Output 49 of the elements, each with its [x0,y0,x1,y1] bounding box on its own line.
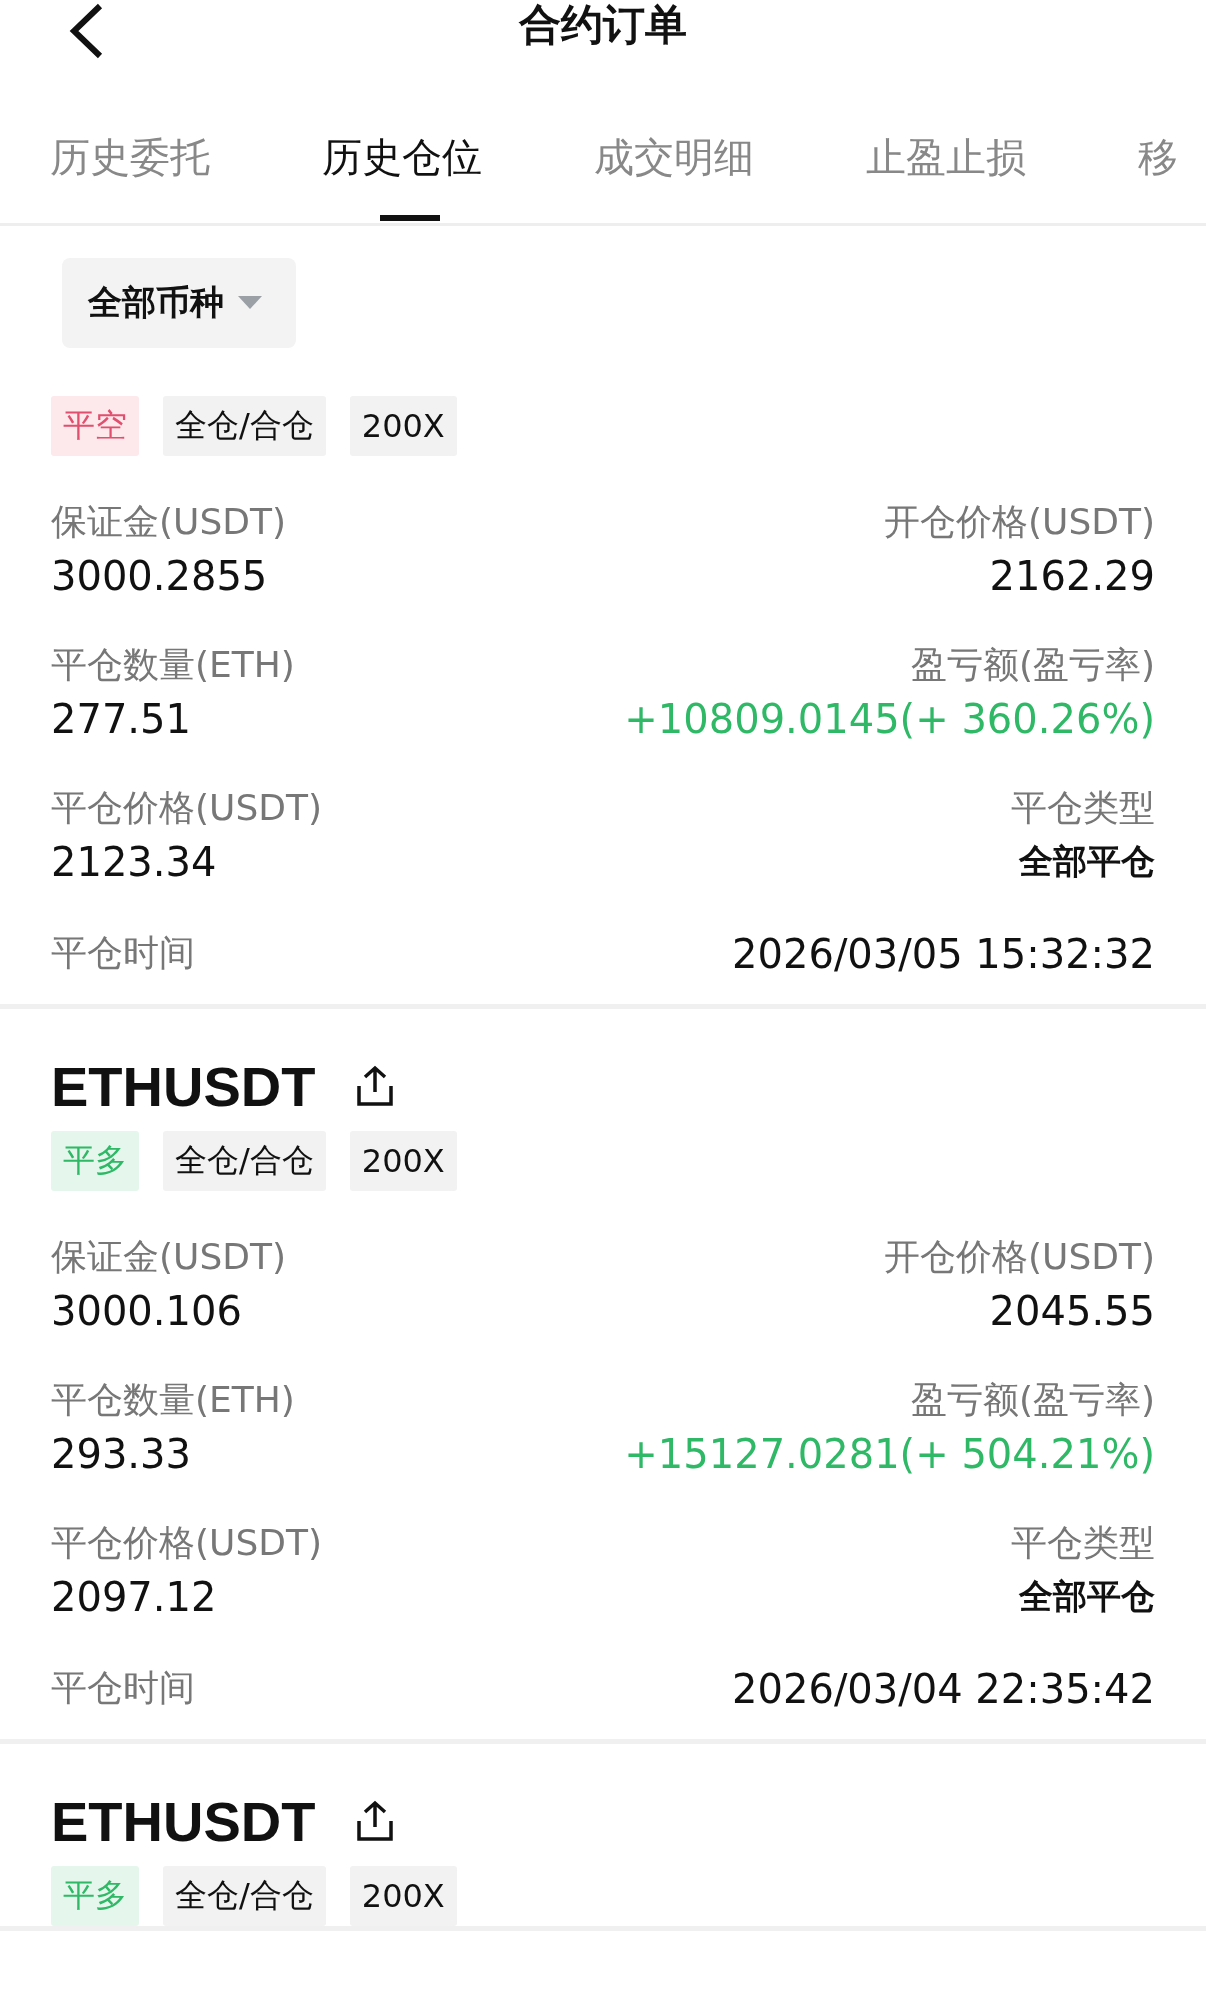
field-value: 2026/03/04 22:35:42 [732,1665,1155,1712]
field-label: 开仓价格(USDT) [884,1235,1155,1279]
coin-filter-dropdown[interactable]: 全部币种 [62,258,296,348]
tag: 全仓/合仓 [163,1866,326,1926]
tab[interactable]: 成交明细 [594,70,866,223]
field-value: 全部平仓 [1019,1575,1155,1618]
field-value: 2026/03/05 15:32:32 [732,930,1155,977]
tab[interactable]: 历史委托 [50,70,322,223]
tag: 全仓/合仓 [163,1131,326,1191]
tab[interactable]: 止盈止损 [866,70,1138,223]
field-label: 平仓类型 [1011,1521,1155,1565]
field-value: 2162.29 [989,553,1155,599]
side-tag: 平多 [51,1131,139,1191]
field-value: 2123.34 [51,839,218,885]
field-label: 平仓价格(USDT) [51,1521,322,1565]
caret-icon [238,296,262,310]
side-tag: 平多 [51,1866,139,1926]
tab[interactable]: 移 [1138,70,1206,223]
symbol-title: ETHUSDT [51,1053,316,1119]
field-label: 保证金(USDT) [51,500,286,544]
tab[interactable]: 历史仓位 [322,70,594,223]
page-title: 合约订单 [519,0,687,50]
field-value: 2045.55 [989,1288,1155,1334]
field-label: 盈亏额(盈亏率) [910,1378,1155,1422]
share-icon[interactable] [355,1799,396,1843]
field-value: +10809.0145(+ 360.26%) [624,696,1155,742]
field-label: 保证金(USDT) [51,1235,286,1279]
field-value: +15127.0281(+ 504.21%) [624,1431,1155,1477]
field-label: 平仓价格(USDT) [51,786,322,830]
field-value: 3000.106 [51,1288,243,1334]
symbol-title: ETHUSDT [51,1788,316,1854]
field-label: 平仓时间 [51,931,195,975]
field-value: 2097.12 [51,1574,218,1620]
field-label: 平仓数量(ETH) [51,1378,295,1422]
field-value: 全部平仓 [1019,840,1155,883]
field-label: 平仓数量(ETH) [51,643,295,687]
tag: 全仓/合仓 [163,396,326,456]
field-label: 开仓价格(USDT) [884,500,1155,544]
tag: 200X [349,1866,457,1926]
field-value: 293.33 [51,1431,192,1477]
field-label: 平仓类型 [1011,786,1155,830]
field-value: 277.51 [51,696,192,742]
tag: 200X [349,396,457,456]
side-tag: 平空 [51,396,139,456]
field-label: 平仓时间 [51,1666,195,1710]
tag: 200X [349,1131,457,1191]
field-value: 3000.2855 [51,553,269,599]
field-label: 盈亏额(盈亏率) [910,643,1155,687]
share-icon[interactable] [355,1064,396,1108]
